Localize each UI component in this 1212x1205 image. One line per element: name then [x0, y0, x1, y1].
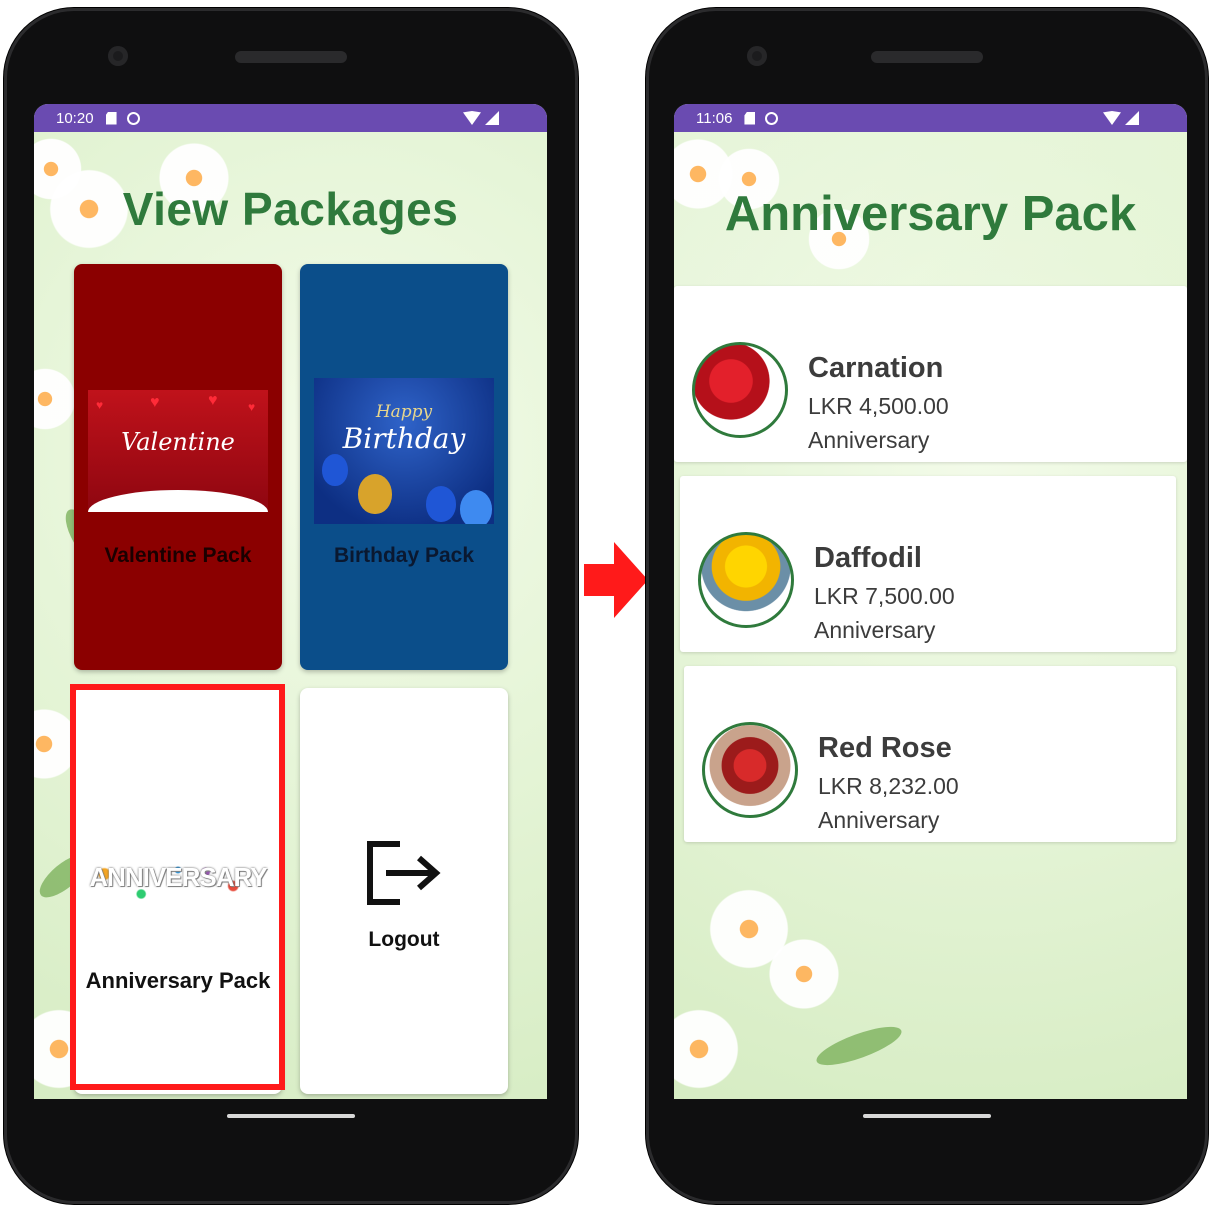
logout-label: Logout — [368, 928, 440, 951]
balloon — [358, 474, 392, 514]
item-price: LKR 7,500.00 — [814, 583, 955, 609]
transition-arrow-icon — [584, 542, 648, 618]
balloon — [460, 490, 492, 524]
logout-icon — [367, 841, 441, 905]
sd-card-icon — [105, 111, 117, 125]
item-category: Anniversary — [818, 807, 940, 833]
item-name: Carnation — [808, 352, 944, 384]
item-category: Anniversary — [814, 617, 936, 643]
item-category: Anniversary — [808, 427, 930, 453]
status-bar: 10:20 — [34, 104, 547, 132]
front-camera — [108, 46, 128, 66]
wifi-icon — [463, 111, 481, 125]
signal-icon — [485, 111, 499, 125]
birthday-image-text-1: Happy — [375, 402, 433, 422]
daffodil-thumbnail — [698, 532, 794, 628]
page-title: Anniversary Pack — [724, 187, 1137, 241]
earpiece-speaker — [871, 51, 983, 63]
birthday-image: Happy Birthday — [314, 378, 494, 524]
sync-icon — [765, 111, 779, 125]
sd-card-icon — [744, 111, 756, 125]
phone-frame-right: 11:06 Anniversary Pack Carnation LKR 4,5… — [646, 8, 1208, 1204]
wifi-icon — [1103, 111, 1121, 125]
valentine-pack-card[interactable]: ♥ ♥ ♥ ♥ Valentine Valentine Pack — [74, 264, 282, 670]
flower-list-item[interactable]: Daffodil LKR 7,500.00 Anniversary — [680, 476, 1176, 652]
birthday-pack-card[interactable]: Happy Birthday Birthday Pack — [300, 264, 508, 670]
sync-icon — [126, 111, 140, 125]
signal-icon — [1125, 111, 1139, 125]
front-camera — [747, 46, 767, 66]
anniversary-pack-label: Anniversary Pack — [85, 968, 271, 993]
heart-icon: ♥ — [208, 392, 218, 409]
status-time: 10:20 — [56, 109, 94, 127]
item-price: LKR 4,500.00 — [808, 393, 949, 419]
phone-frame-left: 10:20 View Packages ♥ ♥ ♥ ♥ Valentine Va… — [4, 8, 578, 1204]
logout-card[interactable]: Logout — [300, 688, 508, 1094]
item-name: Red Rose — [818, 732, 952, 764]
flower-decoration — [764, 934, 844, 1014]
anniversary-image: ANNIVERSARY — [86, 862, 270, 902]
heart-icon: ♥ — [248, 400, 256, 414]
red-rose-thumbnail — [702, 722, 798, 818]
balloon — [426, 486, 456, 522]
item-price: LKR 8,232.00 — [818, 773, 959, 799]
valentine-image: ♥ ♥ ♥ ♥ Valentine — [88, 390, 268, 512]
carnation-thumbnail — [692, 342, 788, 438]
status-time: 11:06 — [696, 109, 733, 127]
birthday-pack-label: Birthday Pack — [333, 544, 475, 567]
flower-list-item[interactable]: Red Rose LKR 8,232.00 Anniversary — [684, 666, 1176, 842]
heart-icon: ♥ — [96, 398, 104, 412]
valentine-image-text: Valentine — [121, 428, 235, 456]
valentine-pack-label: Valentine Pack — [104, 544, 252, 567]
earpiece-speaker — [235, 51, 347, 63]
home-indicator[interactable] — [863, 1114, 991, 1118]
item-name: Daffodil — [814, 542, 922, 574]
flower-list-item[interactable]: Carnation LKR 4,500.00 Anniversary — [674, 286, 1187, 462]
home-indicator[interactable] — [227, 1114, 355, 1118]
status-bar: 11:06 — [674, 104, 1187, 132]
anniversary-pack-screen: 11:06 Anniversary Pack Carnation LKR 4,5… — [674, 104, 1187, 1099]
balloon — [322, 454, 348, 486]
anniversary-pack-card[interactable]: ANNIVERSARY Anniversary Pack — [74, 688, 282, 1094]
page-title: View Packages — [122, 183, 459, 235]
heart-icon: ♥ — [150, 394, 160, 411]
leaf-decoration — [812, 1019, 906, 1073]
view-packages-screen: 10:20 View Packages ♥ ♥ ♥ ♥ Valentine Va… — [34, 104, 547, 1099]
flower-decoration — [674, 1004, 744, 1094]
birthday-image-text-2: Birthday — [342, 422, 466, 455]
